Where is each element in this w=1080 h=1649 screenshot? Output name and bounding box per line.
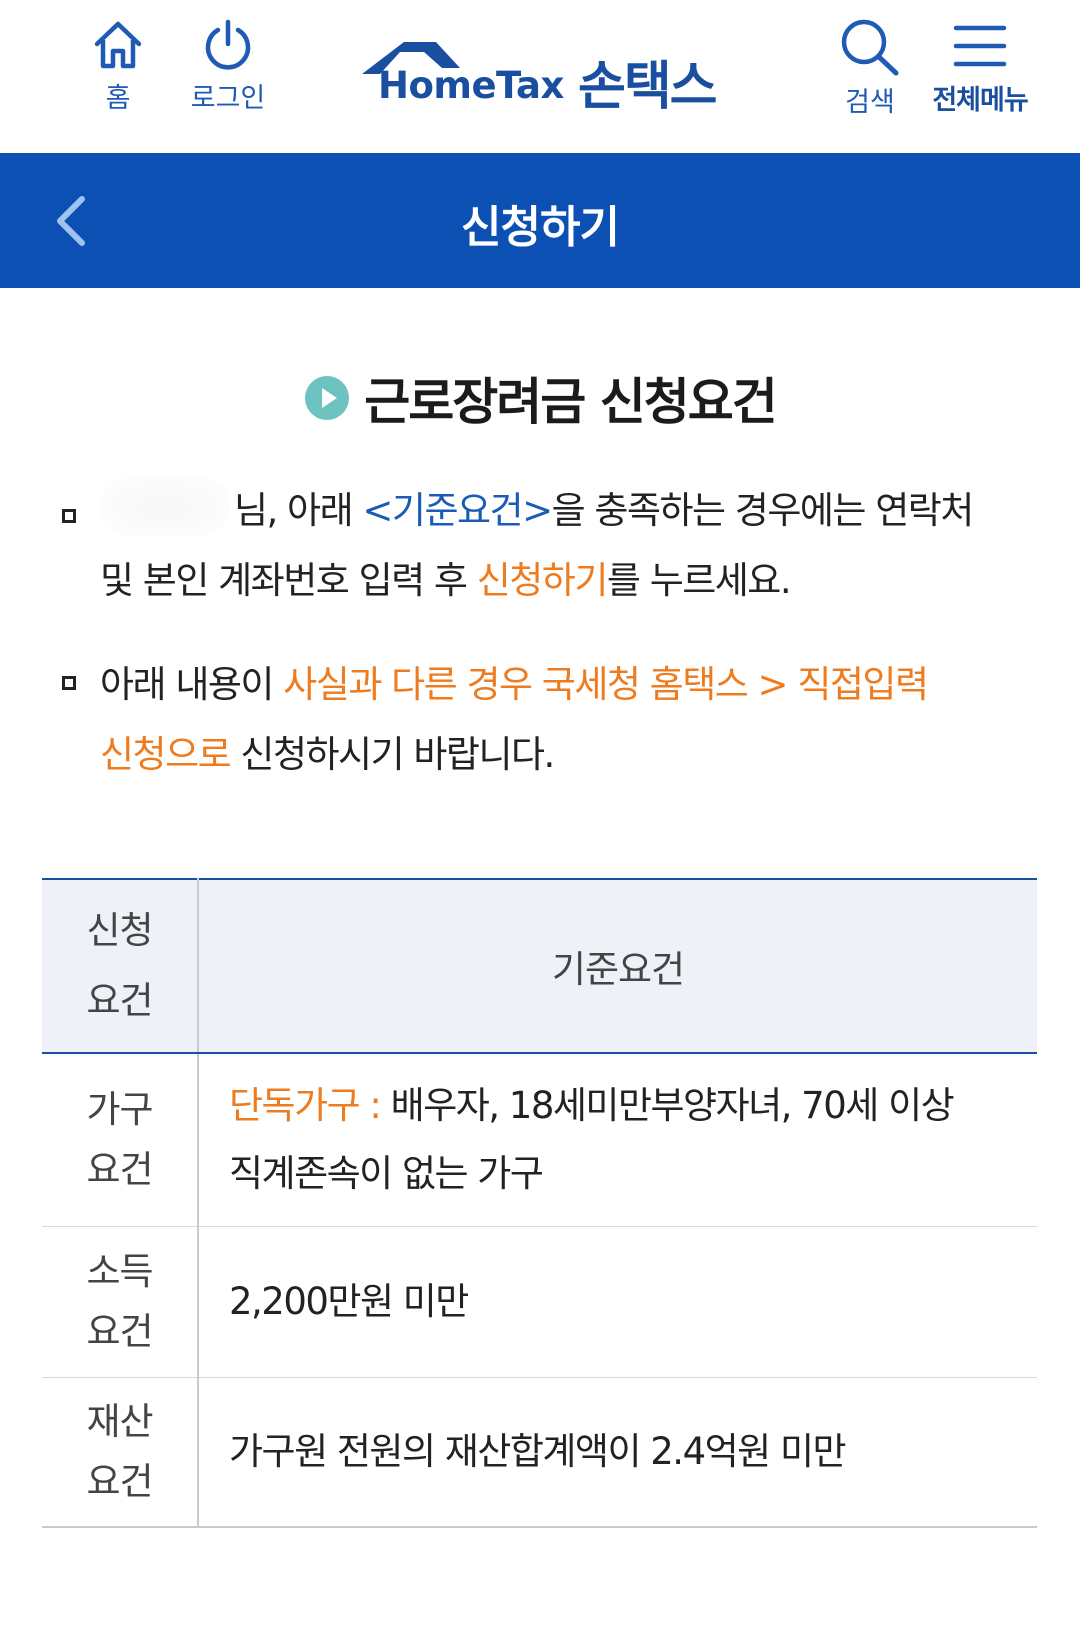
- notice-criteria-line2: 및 본인 계좌번호 입력 후 신청하기를 누르세요.: [100, 559, 792, 602]
- page-title: 신청하기: [461, 202, 620, 253]
- table-row: 가구 요건 단독가구 : 배우자, 18세미만부양자녀, 70세 이상 직계존속…: [42, 1053, 1037, 1227]
- notice-direct-input-line2: 신청으로 신청하시기 바랍니다.: [100, 733, 555, 776]
- direct-input-highlight: 사실과 다른 경우 국세청 홈택스 > 직접입력: [283, 663, 929, 706]
- requirements-table: 신청 요건 기준요건 가구 요건 단독가구 : 배우자, 18세미만부양자녀, …: [42, 878, 1037, 1528]
- top-header: 홈 로그인 HomeTax 손택스 검색 전체메뉴: [0, 0, 1080, 153]
- title-bar: 신청하기: [0, 153, 1080, 288]
- square-bullet-icon: [62, 509, 76, 523]
- search-label: 검색: [845, 87, 895, 118]
- login-label: 로그인: [190, 83, 266, 114]
- square-bullet-icon: [62, 676, 76, 690]
- notice-direct-input: 아래 내용이 사실과 다른 경우 국세청 홈택스 > 직접입력 신청으로 신청하…: [60, 654, 1040, 794]
- search-icon: [841, 19, 899, 76]
- notice-criteria-line1: 님, 아래 <기준요건>을 충족하는 경우에는 연락처: [100, 476, 974, 537]
- single-household-highlight: 단독가구 :: [229, 1084, 391, 1127]
- home-icon: [94, 21, 142, 69]
- hometax-logo[interactable]: HomeTax 손택스: [360, 34, 740, 117]
- masked-user-name: [100, 476, 230, 537]
- row-label-income: 소득 요건: [42, 1226, 199, 1378]
- menu-button[interactable]: 전체메뉴: [920, 18, 1040, 117]
- notice-direct-input-line1: 아래 내용이 사실과 다른 경우 국세청 홈택스 > 직접입력: [100, 663, 929, 706]
- row-label-household: 가구 요건: [42, 1053, 199, 1227]
- header-criteria: 기준요건: [198, 878, 1037, 1054]
- row-label-property: 재산 요건: [42, 1377, 199, 1528]
- direct-input-highlight-cont: 신청으로: [100, 733, 232, 776]
- hamburger-icon: [953, 25, 1007, 67]
- table-row: 재산 요건 가구원 전원의 재산합계액이 2.4억원 미만: [42, 1377, 1037, 1528]
- home-label: 홈: [105, 83, 131, 114]
- header-requirement-type: 신청 요건: [42, 878, 199, 1054]
- notice-criteria: 님, 아래 <기준요건>을 충족하는 경우에는 연락처 및 본인 계좌번호 입력…: [60, 476, 1040, 620]
- criteria-link[interactable]: <기준요건>: [362, 489, 553, 532]
- section-heading: 근로장려금 신청요건: [0, 362, 1080, 434]
- table-header-row: 신청 요건 기준요건: [42, 878, 1037, 1054]
- brand-english: HomeTax: [378, 64, 564, 107]
- play-circle-icon: [305, 376, 350, 420]
- row-value-household: 단독가구 : 배우자, 18세미만부양자녀, 70세 이상 직계존속이 없는 가…: [198, 1053, 1037, 1227]
- power-icon: [205, 19, 251, 70]
- login-button[interactable]: 로그인: [178, 18, 278, 115]
- brand-korean: 손택스: [578, 57, 718, 117]
- row-value-property: 가구원 전원의 재산합계액이 2.4억원 미만: [198, 1377, 1037, 1528]
- menu-label: 전체메뉴: [932, 85, 1028, 116]
- section-heading-text: 근로장려금 신청요건: [364, 373, 777, 431]
- apply-word-highlight: 신청하기: [476, 559, 609, 602]
- home-button[interactable]: 홈: [86, 18, 150, 115]
- table-row: 소득 요건 2,200만원 미만: [42, 1226, 1037, 1378]
- row-value-income: 2,200만원 미만: [198, 1226, 1037, 1378]
- search-button[interactable]: 검색: [830, 18, 910, 119]
